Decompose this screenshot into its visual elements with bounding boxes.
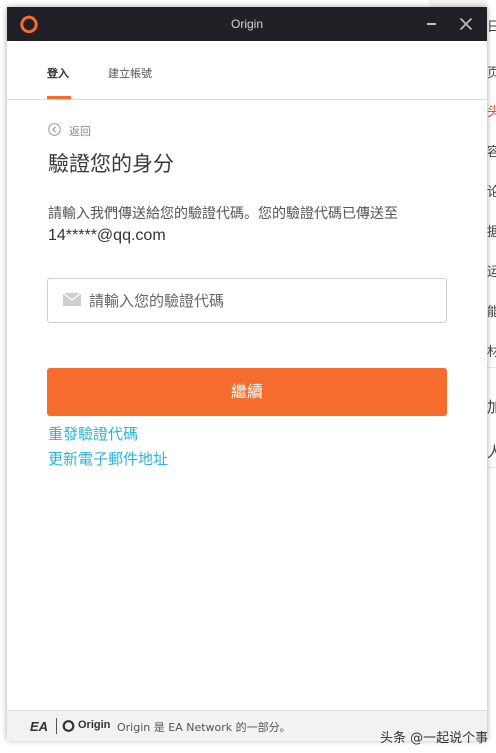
background-text: 论 <box>487 185 496 200</box>
background-text: 页 <box>487 66 496 81</box>
background-text: 运 <box>487 265 496 280</box>
background-text: 加 <box>487 398 496 416</box>
tab-login[interactable]: 登入 <box>47 65 69 81</box>
background-page: 日 页 头 容 论 据 运 能 材 加 人 <box>487 0 496 753</box>
back-arrow-icon <box>48 123 61 136</box>
background-text: 材 <box>487 345 496 360</box>
background-text: 人 <box>487 443 496 461</box>
ea-logo: EA <box>30 719 49 734</box>
footer-text: Origin 是 EA Network 的一部分。 <box>117 721 291 734</box>
verification-code-input[interactable]: 請輸入您的驗證代碼 <box>47 278 447 323</box>
minimize-icon <box>427 23 436 25</box>
minimize-button[interactable] <box>415 7 449 41</box>
resend-code-link[interactable]: 重發驗證代碼 <box>48 423 138 444</box>
origin-wordmark: Origin <box>78 719 111 731</box>
background-text: 能 <box>487 305 496 320</box>
continue-button[interactable]: 繼續 <box>47 368 447 416</box>
close-icon <box>459 17 473 31</box>
active-tab-indicator <box>47 96 71 99</box>
update-email-link[interactable]: 更新電子郵件地址 <box>48 448 168 469</box>
instruction-text: 請輸入我們傳送給您的驗證代碼。您的驗證代碼已傳送至 <box>48 206 398 222</box>
tab-create-account[interactable]: 建立帳號 <box>108 65 152 81</box>
masked-email: 14*****@qq.com <box>48 227 166 244</box>
background-text: 容 <box>487 145 496 160</box>
auth-tabs: 登入 建立帳號 <box>7 41 487 100</box>
back-label: 返回 <box>69 125 91 138</box>
origin-mark-icon <box>62 720 75 732</box>
background-text: 头 <box>487 105 496 120</box>
page-title: 驗證您的身分 <box>48 152 174 176</box>
close-button[interactable] <box>449 7 483 41</box>
watermark: 头条 @一起说个事 <box>380 731 489 746</box>
title-bar[interactable]: Origin <box>7 7 487 41</box>
code-input-placeholder: 請輸入您的驗證代碼 <box>89 292 225 310</box>
mail-icon <box>63 293 81 306</box>
background-text: 据 <box>487 225 496 240</box>
footer-divider <box>56 718 57 734</box>
background-text: 日 <box>487 20 496 35</box>
origin-login-window: Origin 登入 建立帳號 返回 驗證您的身分 請輸入我們傳送給您的驗證代碼。… <box>7 7 487 741</box>
